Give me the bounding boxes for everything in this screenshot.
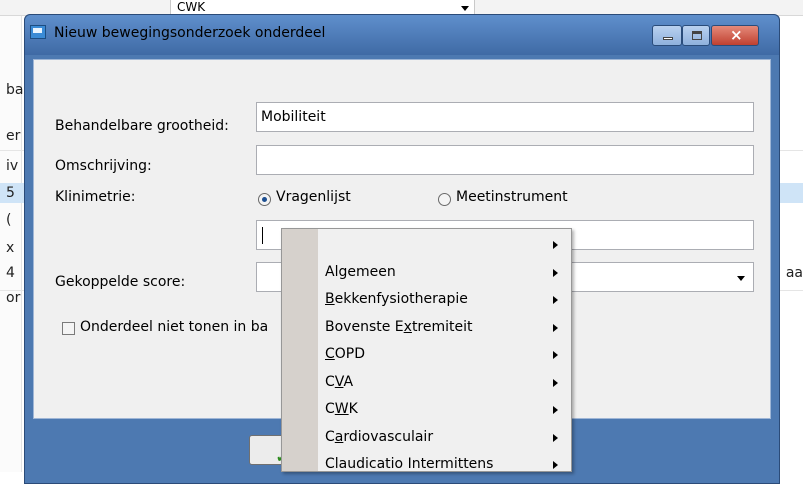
submenu-arrow-icon <box>553 461 558 469</box>
background-cell-text: aa <box>785 265 803 281</box>
menu-item-label: Bekkenfysiotherapie <box>325 291 468 307</box>
chevron-down-icon <box>737 276 745 281</box>
submenu-arrow-icon <box>553 379 558 387</box>
omschrijving-label: Omschrijving: <box>55 158 152 174</box>
background-cell-text: x <box>6 240 15 256</box>
application-icon <box>30 25 46 39</box>
submenu-arrow-icon <box>553 241 558 249</box>
menu-item-cva[interactable]: CVA <box>282 370 571 396</box>
background-cell-text: ( <box>6 212 12 228</box>
menu-item-copd[interactable]: COPD <box>282 342 571 368</box>
vragenlijst-radio-label[interactable]: Vragenlijst <box>276 189 351 205</box>
minimize-icon <box>663 37 673 40</box>
menu-item-label: COPD <box>325 346 366 362</box>
menu-item-cwk[interactable]: CWK <box>282 397 571 423</box>
vragenlijst-radio[interactable] <box>258 193 271 206</box>
klinimetrie-label: Klinimetrie: <box>55 189 136 205</box>
gekoppelde-score-label: Gekoppelde score: <box>55 274 186 290</box>
close-icon: × <box>730 26 743 44</box>
background-cell-text: 4 <box>6 265 15 281</box>
close-button[interactable]: × <box>711 25 759 46</box>
menu-item-label: Claudicatio Intermittens <box>325 456 494 472</box>
menu-item-cardiovasculair[interactable]: Cardiovasculair <box>282 425 571 451</box>
behandelbare-grootheid-value: Mobiliteit <box>261 109 326 125</box>
menu-item-bovenste-extremiteit[interactable]: Bovenste Extremiteit <box>282 315 571 341</box>
minimize-button[interactable] <box>652 25 682 46</box>
text-caret <box>262 227 263 244</box>
meetinstrument-radio-label[interactable]: Meetinstrument <box>456 189 568 205</box>
chevron-down-icon <box>461 6 469 11</box>
submenu-arrow-icon <box>553 406 558 414</box>
onderdeel-niet-tonen-label[interactable]: Onderdeel niet tonen in ba <box>80 319 268 335</box>
dialog-title: Nieuw bewegingsonderzoek onderdeel <box>54 25 326 41</box>
meetinstrument-radio[interactable] <box>438 193 451 206</box>
maximize-icon <box>692 31 702 40</box>
menu-item-algemeen[interactable]: Algemeen <box>282 260 571 286</box>
background-cell-text: iv <box>6 158 19 174</box>
behandelbare-grootheid-label: Behandelbare grootheid: <box>55 118 229 134</box>
submenu-arrow-icon <box>553 434 558 442</box>
menu-item-label: Bovenste Extremiteit <box>325 319 473 335</box>
maximize-button[interactable] <box>682 25 710 46</box>
menu-item-bekkenfysiotherapie[interactable]: Bekkenfysiotherapie <box>282 287 571 313</box>
submenu-arrow-icon <box>553 324 558 332</box>
background-cell-text: ba <box>6 82 24 98</box>
submenu-arrow-icon <box>553 269 558 277</box>
behandelbare-grootheid-input[interactable]: Mobiliteit <box>256 102 754 132</box>
omschrijving-input[interactable] <box>256 145 754 175</box>
menu-item-label: CWK <box>325 401 358 417</box>
menu-item-label: CVA <box>325 374 354 390</box>
dialog-titlebar[interactable]: Nieuw bewegingsonderzoek onderdeel × <box>25 15 779 55</box>
submenu-arrow-icon <box>553 351 558 359</box>
background-cell-text: or <box>6 290 21 306</box>
menu-item-label: Cardiovasculair <box>325 429 434 445</box>
onderdeel-niet-tonen-checkbox[interactable] <box>62 322 75 335</box>
background-cell-text: 5 <box>6 185 15 201</box>
menu-item-label: Algemeen <box>325 264 396 280</box>
menu-item[interactable] <box>282 232 571 258</box>
menu-item-claudicatio-intermittens[interactable]: Claudicatio Intermittens <box>282 452 571 478</box>
submenu-arrow-icon <box>553 296 558 304</box>
background-cell-text: er <box>6 128 21 144</box>
background-combobox-value: CWK <box>177 0 206 14</box>
popup-menu: Algemeen Bekkenfysiotherapie Bovenste Ex… <box>281 228 572 472</box>
